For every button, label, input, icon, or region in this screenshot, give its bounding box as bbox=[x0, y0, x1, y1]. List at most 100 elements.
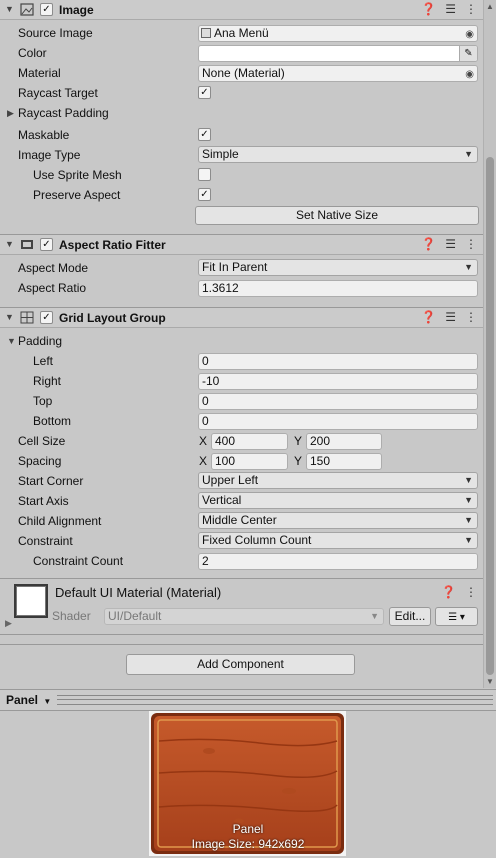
fold-right-icon[interactable]: ▶ bbox=[7, 108, 14, 119]
fold-arrow-icon[interactable]: ▼ bbox=[7, 336, 16, 346]
source-image-field[interactable]: Ana Menü ◉ bbox=[198, 25, 478, 42]
start-corner-label: Start Corner bbox=[18, 474, 84, 488]
aspect-component-title: Aspect Ratio Fitter bbox=[59, 238, 166, 252]
set-native-size-button[interactable]: Set Native Size bbox=[195, 206, 479, 225]
divider bbox=[0, 578, 483, 579]
preset-icon[interactable]: ☰ bbox=[445, 237, 456, 251]
cell-size-x-label[interactable]: X bbox=[199, 434, 207, 448]
preview-tab-label: Panel bbox=[6, 693, 39, 707]
aspect-ratio-field[interactable]: 1.3612 bbox=[198, 280, 478, 297]
fold-arrow-icon[interactable]: ▼ bbox=[5, 4, 14, 14]
spacing-y-field[interactable]: 150 bbox=[306, 453, 382, 470]
preview-image-size: Image Size: 942x692 bbox=[191, 837, 305, 851]
start-corner-dropdown[interactable]: Upper Left ▼ bbox=[198, 472, 478, 489]
constraint-value: Fixed Column Count bbox=[202, 533, 312, 547]
constraint-label: Constraint bbox=[18, 534, 73, 548]
grid-component-title: Grid Layout Group bbox=[59, 311, 166, 325]
raycast-target-checkbox[interactable]: ✓ bbox=[198, 86, 211, 99]
object-picker-icon[interactable]: ◉ bbox=[465, 67, 474, 81]
aspect-ratio-fitter-header[interactable]: ▼ ✓ Aspect Ratio Fitter ❓ ☰ ⋮ bbox=[0, 234, 483, 255]
constraint-dropdown[interactable]: Fixed Column Count ▼ bbox=[198, 532, 478, 549]
padding-left-field[interactable]: 0 bbox=[198, 353, 478, 370]
padding-bottom-label: Bottom bbox=[33, 414, 72, 428]
image-component-header[interactable]: ▼ ✓ Image ❓ ☰ ⋮ bbox=[0, 0, 483, 20]
constraint-count-label: Constraint Count bbox=[33, 554, 124, 568]
material-field[interactable]: None (Material) ◉ bbox=[198, 65, 478, 82]
aspect-mode-value: Fit In Parent bbox=[202, 260, 268, 274]
spacing-y-label[interactable]: Y bbox=[294, 454, 302, 468]
cell-size-x-field[interactable]: 400 bbox=[211, 433, 288, 450]
aspect-mode-label: Aspect Mode bbox=[18, 261, 89, 275]
cell-size-label: Cell Size bbox=[18, 434, 66, 448]
grid-layout-group-header[interactable]: ▼ ✓ Grid Layout Group ❓ ☰ ⋮ bbox=[0, 307, 483, 328]
more-menu-icon[interactable]: ⋮ bbox=[465, 310, 477, 324]
preview-drag-handle[interactable] bbox=[57, 695, 493, 705]
maskable-checkbox[interactable]: ✓ bbox=[198, 128, 211, 141]
dropdown-arrow-icon: ▼ bbox=[464, 495, 473, 505]
preserve-aspect-checkbox[interactable]: ✓ bbox=[198, 188, 211, 201]
help-icon[interactable]: ❓ bbox=[421, 2, 436, 16]
fold-arrow-icon[interactable]: ▼ bbox=[5, 312, 14, 322]
spacing-x-field[interactable]: 100 bbox=[211, 453, 288, 470]
preview-object-dropdown[interactable]: Panel ▼ bbox=[3, 692, 54, 709]
material-value: None (Material) bbox=[202, 66, 285, 80]
scroll-down-icon[interactable]: ▼ bbox=[486, 677, 494, 686]
source-image-label: Source Image bbox=[18, 26, 93, 40]
padding-bottom-field[interactable]: 0 bbox=[198, 413, 478, 430]
padding-top-label: Top bbox=[33, 394, 53, 408]
help-icon[interactable]: ❓ bbox=[441, 585, 456, 599]
cell-size-y-field[interactable]: 200 bbox=[306, 433, 382, 450]
child-alignment-dropdown[interactable]: Middle Center ▼ bbox=[198, 512, 478, 529]
inspector-scrollbar[interactable]: ▲ ▼ bbox=[483, 0, 496, 688]
image-component-title: Image bbox=[59, 3, 94, 17]
eyedropper-icon[interactable]: ✎ bbox=[459, 46, 477, 61]
add-component-button[interactable]: Add Component bbox=[126, 654, 355, 675]
use-sprite-mesh-label: Use Sprite Mesh bbox=[33, 168, 122, 182]
preview-object-name: Panel bbox=[232, 822, 264, 836]
constraint-count-field[interactable]: 2 bbox=[198, 553, 478, 570]
help-icon[interactable]: ❓ bbox=[421, 310, 436, 324]
grid-enabled-checkbox[interactable]: ✓ bbox=[40, 311, 53, 324]
spacing-label: Spacing bbox=[18, 454, 62, 468]
raycast-padding-label[interactable]: Raycast Padding bbox=[18, 106, 109, 120]
preset-icon[interactable]: ☰ bbox=[445, 310, 456, 324]
color-field[interactable]: ✎ bbox=[198, 45, 478, 62]
start-axis-label: Start Axis bbox=[18, 494, 69, 508]
aspect-fitter-icon bbox=[21, 240, 33, 249]
scroll-up-icon[interactable]: ▲ bbox=[486, 2, 494, 11]
divider bbox=[0, 634, 483, 635]
list-icon: ☰ ▾ bbox=[448, 612, 465, 623]
material-swatch[interactable] bbox=[14, 584, 48, 618]
dropdown-arrow-icon: ▼ bbox=[464, 515, 473, 525]
start-axis-dropdown[interactable]: Vertical ▼ bbox=[198, 492, 478, 509]
shader-value: UI/Default bbox=[108, 609, 162, 623]
image-type-dropdown[interactable]: Simple ▼ bbox=[198, 146, 478, 163]
fold-right-icon[interactable]: ▶ bbox=[5, 618, 12, 629]
image-enabled-checkbox[interactable]: ✓ bbox=[40, 3, 53, 16]
edit-shader-button[interactable]: Edit... bbox=[389, 607, 431, 626]
more-menu-icon[interactable]: ⋮ bbox=[465, 585, 477, 599]
spacing-x-label[interactable]: X bbox=[199, 454, 207, 468]
preset-icon[interactable]: ☰ bbox=[445, 2, 456, 16]
more-menu-icon[interactable]: ⋮ bbox=[465, 237, 477, 251]
scrollbar-thumb[interactable] bbox=[486, 157, 494, 675]
object-picker-icon[interactable]: ◉ bbox=[465, 27, 474, 41]
help-icon[interactable]: ❓ bbox=[421, 237, 436, 251]
use-sprite-mesh-checkbox[interactable] bbox=[198, 168, 211, 181]
padding-right-field[interactable]: -10 bbox=[198, 373, 478, 390]
image-type-value: Simple bbox=[202, 147, 239, 161]
aspect-enabled-checkbox[interactable]: ✓ bbox=[40, 238, 53, 251]
padding-label[interactable]: Padding bbox=[18, 334, 62, 348]
material-header-icons: ❓ ⋮ bbox=[441, 585, 477, 599]
padding-top-field[interactable]: 0 bbox=[198, 393, 478, 410]
cell-size-y-label[interactable]: Y bbox=[294, 434, 302, 448]
color-label: Color bbox=[18, 46, 47, 60]
material-label: Material bbox=[18, 66, 61, 80]
aspect-mode-dropdown[interactable]: Fit In Parent ▼ bbox=[198, 259, 478, 276]
material-title: Default UI Material (Material) bbox=[55, 585, 222, 600]
fold-arrow-icon[interactable]: ▼ bbox=[5, 239, 14, 249]
more-menu-icon[interactable]: ⋮ bbox=[465, 2, 477, 16]
shader-options-button[interactable]: ☰ ▾ bbox=[435, 607, 478, 626]
dropdown-arrow-icon: ▼ bbox=[464, 149, 473, 159]
preserve-aspect-label: Preserve Aspect bbox=[33, 188, 121, 202]
